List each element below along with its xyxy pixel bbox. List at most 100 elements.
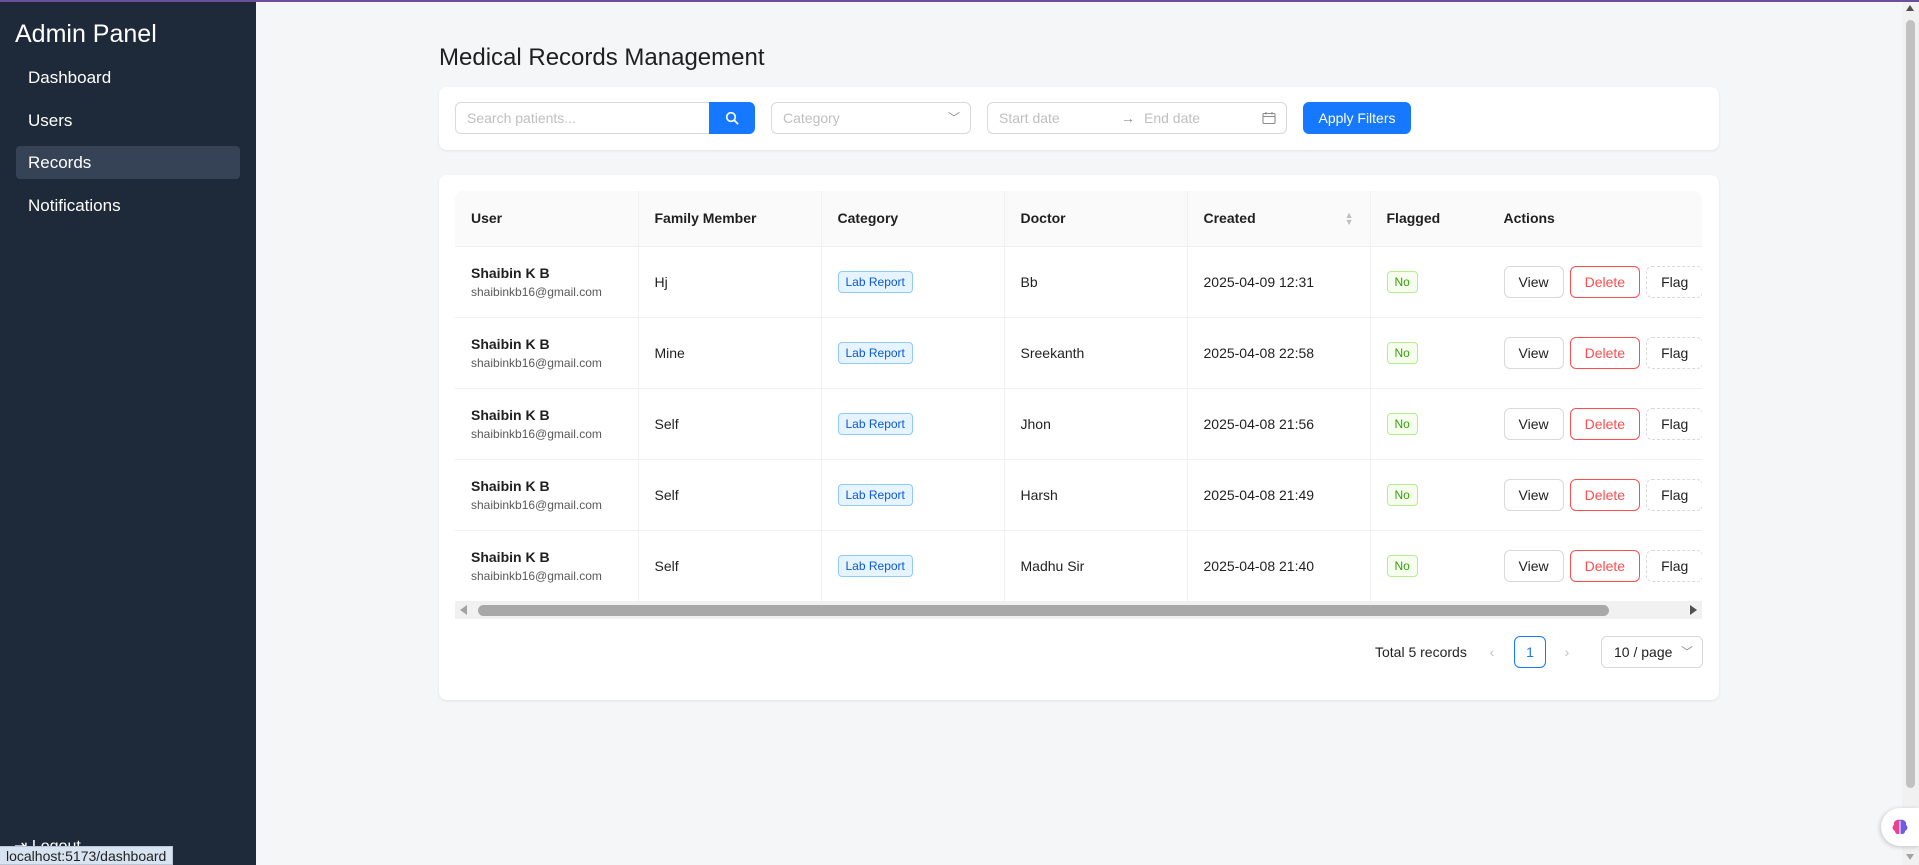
sidebar-item-users[interactable]: Users: [16, 104, 240, 137]
cell-created: 2025-04-08 21:40: [1187, 530, 1371, 602]
cell-user: Shaibin K B shaibinkb16@gmail.com: [455, 388, 639, 460]
cell-flagged: No: [1370, 388, 1501, 460]
cell-user: Shaibin K B shaibinkb16@gmail.com: [455, 530, 639, 602]
column-header-category: Category: [821, 191, 1005, 247]
end-date-input[interactable]: End date: [1144, 103, 1200, 133]
horizontal-scrollbar-thumb[interactable]: [478, 605, 1609, 616]
view-button[interactable]: View: [1503, 549, 1564, 582]
column-header-user: User: [455, 191, 639, 247]
start-date-input[interactable]: Start date: [999, 103, 1060, 133]
sidebar-item-records[interactable]: Records: [16, 146, 240, 179]
filter-bar: Search patients... Category ﹀ Start date…: [439, 87, 1719, 150]
delete-button[interactable]: Delete: [1569, 478, 1641, 511]
category-select[interactable]: Category ﹀: [771, 102, 971, 134]
page-size-select[interactable]: 10 / page ﹀: [1601, 636, 1703, 668]
window-vertical-scrollbar[interactable]: [1902, 0, 1919, 865]
chevron-down-icon: ﹀: [1680, 645, 1693, 659]
user-name: Shaibin K B: [471, 335, 550, 352]
user-name: Shaibin K B: [471, 406, 550, 423]
cell-category: Lab Report: [821, 388, 1005, 460]
table-row: Shaibin K B shaibinkb16@gmail.com Self L…: [455, 459, 1702, 531]
user-email: shaibinkb16@gmail.com: [471, 426, 602, 441]
table-row: Shaibin K B shaibinkb16@gmail.com Self L…: [455, 530, 1702, 602]
search-button[interactable]: [709, 102, 755, 134]
column-header-created-label: Created: [1203, 210, 1256, 227]
user-name: Shaibin K B: [471, 548, 550, 565]
category-tag: Lab Report: [837, 554, 913, 577]
prev-page-button[interactable]: ‹: [1480, 636, 1504, 668]
category-tag: Lab Report: [837, 483, 913, 506]
flag-button[interactable]: Flag: [1646, 265, 1702, 298]
page-1-button[interactable]: 1: [1514, 636, 1546, 668]
cell-doctor: Bb: [1004, 246, 1188, 318]
apply-filters-button[interactable]: Apply Filters: [1303, 102, 1411, 134]
page-size-value: 10 / page: [1614, 644, 1673, 660]
cell-family-member: Self: [638, 459, 822, 531]
column-header-family-member: Family Member: [638, 191, 822, 247]
delete-button[interactable]: Delete: [1569, 407, 1641, 440]
scroll-down-arrow-icon[interactable]: [1906, 854, 1914, 860]
cell-doctor: Jhon: [1004, 388, 1188, 460]
column-header-created[interactable]: Created ▲ ▼: [1187, 191, 1371, 247]
sidebar: Admin Panel Dashboard Users Records Noti…: [0, 0, 256, 865]
browser-status-url: localhost:5173/dashboard: [0, 846, 174, 865]
delete-button[interactable]: Delete: [1569, 265, 1641, 298]
cell-category: Lab Report: [821, 459, 1005, 531]
delete-button[interactable]: Delete: [1569, 549, 1641, 582]
category-placeholder: Category: [783, 110, 840, 126]
cell-category: Lab Report: [821, 317, 1005, 389]
records-table-scroll[interactable]: User Family Member Category Doctor Creat…: [455, 191, 1702, 619]
sidebar-nav: Dashboard Users Records Notifications: [16, 61, 240, 231]
flagged-tag: No: [1386, 341, 1418, 364]
view-button[interactable]: View: [1503, 336, 1564, 369]
table-row: Shaibin K B shaibinkb16@gmail.com Hj Lab…: [455, 246, 1702, 318]
sidebar-item-notifications[interactable]: Notifications: [16, 189, 240, 222]
sidebar-item-dashboard[interactable]: Dashboard: [16, 61, 240, 94]
brain-icon: [1892, 819, 1908, 835]
records-table: User Family Member Category Doctor Creat…: [455, 191, 1702, 602]
cell-family-member: Mine: [638, 317, 822, 389]
category-tag: Lab Report: [837, 270, 913, 293]
flag-button[interactable]: Flag: [1646, 336, 1702, 369]
flagged-tag: No: [1386, 554, 1418, 577]
view-button[interactable]: View: [1503, 265, 1564, 298]
cell-actions: View Delete Flag: [1487, 246, 1702, 318]
cell-flagged: No: [1370, 530, 1501, 602]
search-input[interactable]: Search patients...: [455, 102, 710, 134]
records-table-card: User Family Member Category Doctor Creat…: [439, 175, 1719, 700]
cell-user: Shaibin K B shaibinkb16@gmail.com: [455, 246, 639, 318]
window-top-accent: [0, 0, 1919, 2]
flag-button[interactable]: Flag: [1646, 549, 1702, 582]
assistant-extension-button[interactable]: [1881, 808, 1919, 846]
next-page-button[interactable]: ›: [1555, 636, 1579, 668]
scroll-left-arrow-icon[interactable]: [460, 605, 467, 615]
search-icon: [725, 111, 739, 125]
cell-created: 2025-04-08 21:49: [1187, 459, 1371, 531]
cell-flagged: No: [1370, 459, 1501, 531]
range-arrow-icon: →: [1121, 110, 1135, 126]
cell-actions: View Delete Flag: [1487, 530, 1702, 602]
scroll-right-arrow-icon[interactable]: [1690, 605, 1697, 615]
cell-category: Lab Report: [821, 246, 1005, 318]
cell-flagged: No: [1370, 246, 1501, 318]
column-header-actions: Actions: [1487, 191, 1702, 247]
cell-doctor: Harsh: [1004, 459, 1188, 531]
view-button[interactable]: View: [1503, 407, 1564, 440]
user-name: Shaibin K B: [471, 477, 550, 494]
category-tag: Lab Report: [837, 341, 913, 364]
user-email: shaibinkb16@gmail.com: [471, 284, 602, 299]
view-button[interactable]: View: [1503, 478, 1564, 511]
date-range-picker[interactable]: Start date → End date: [987, 102, 1287, 134]
chevron-down-icon: ﹀: [947, 111, 960, 125]
cell-flagged: No: [1370, 317, 1501, 389]
flag-button[interactable]: Flag: [1646, 478, 1702, 511]
page-title: Medical Records Management: [439, 44, 765, 71]
scroll-up-arrow-icon[interactable]: [1906, 5, 1914, 11]
cell-created: 2025-04-09 12:31: [1187, 246, 1371, 318]
sort-icon[interactable]: ▲ ▼: [1345, 211, 1354, 227]
flag-button[interactable]: Flag: [1646, 407, 1702, 440]
cell-actions: View Delete Flag: [1487, 459, 1702, 531]
delete-button[interactable]: Delete: [1569, 336, 1641, 369]
vertical-scrollbar-thumb[interactable]: [1906, 20, 1915, 788]
horizontal-scrollbar[interactable]: [455, 602, 1702, 619]
